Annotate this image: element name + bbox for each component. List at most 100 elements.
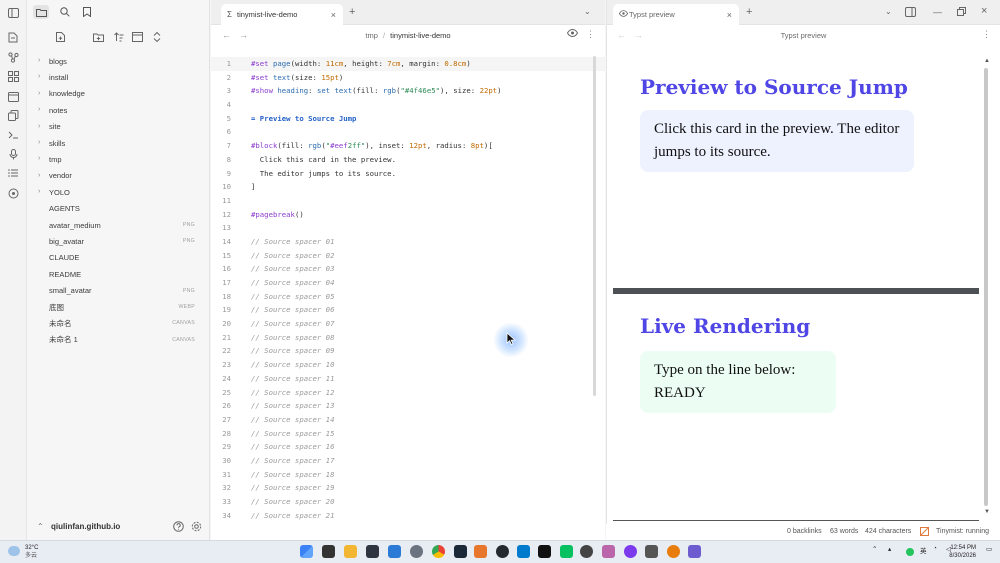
- folder-item[interactable]: › vendor: [27, 168, 209, 184]
- new-file-icon[interactable]: [53, 30, 67, 44]
- task-view-icon[interactable]: [322, 545, 335, 558]
- chevron-right-icon[interactable]: ›: [38, 73, 46, 81]
- code-line[interactable]: 20 // Source spacer 07: [211, 317, 605, 331]
- list-icon[interactable]: [6, 166, 20, 180]
- chevron-right-icon[interactable]: ›: [38, 90, 46, 98]
- folder-item[interactable]: › notes: [27, 102, 209, 118]
- more-options-icon[interactable]: ⋮: [586, 29, 595, 40]
- files-tab-folder-icon[interactable]: [33, 5, 49, 19]
- typst-preview-canvas[interactable]: Preview to Source Jump Click this card i…: [613, 55, 979, 521]
- code-line[interactable]: 22 // Source spacer 09: [211, 344, 605, 358]
- close-tab-icon[interactable]: ×: [727, 10, 732, 20]
- code-line[interactable]: 7 #block(fill: rgb("#eef2ff"), inset: 12p…: [211, 139, 605, 153]
- file-item[interactable]: AGENTS: [27, 201, 209, 217]
- obsidian-icon[interactable]: [688, 545, 701, 558]
- code-line[interactable]: 17 // Source spacer 04: [211, 276, 605, 290]
- code-line[interactable]: 14 // Source spacer 01: [211, 235, 605, 249]
- reading-view-eye-icon[interactable]: [566, 28, 579, 39]
- input-method-indicator[interactable]: 英: [920, 545, 927, 555]
- chevron-right-icon[interactable]: ›: [38, 106, 46, 114]
- wifi-icon[interactable]: ◔: [933, 545, 937, 552]
- file-item[interactable]: CLAUDE: [27, 250, 209, 266]
- close-window-icon[interactable]: ×: [981, 5, 987, 17]
- photos-app-icon[interactable]: [388, 545, 401, 558]
- tray-chevron-up-icon[interactable]: ⌃: [872, 545, 877, 553]
- new-tab-plus-icon[interactable]: +: [746, 6, 752, 18]
- file-item[interactable]: small_avatar PNG: [27, 282, 209, 298]
- page1-card[interactable]: Click this card in the preview. The edit…: [640, 110, 914, 172]
- code-line[interactable]: 13: [211, 221, 605, 235]
- close-tab-icon[interactable]: ×: [331, 10, 336, 20]
- code-editor[interactable]: 1 #set page(width: 11cm, height: 7cm, mar…: [211, 57, 605, 522]
- code-line[interactable]: 1 #set page(width: 11cm, height: 7cm, mar…: [211, 57, 605, 71]
- code-line[interactable]: 8 Click this card in the preview.: [211, 153, 605, 167]
- preview-scrollbar[interactable]: ▲ ▼: [984, 58, 990, 515]
- code-line[interactable]: 5 = Preview to Source Jump: [211, 112, 605, 126]
- new-folder-icon[interactable]: [91, 30, 105, 44]
- vscode-icon[interactable]: [517, 545, 530, 558]
- folder-item[interactable]: › knowledge: [27, 86, 209, 102]
- tab-typst-preview[interactable]: Typst preview ×: [613, 4, 739, 25]
- chevron-right-icon[interactable]: ›: [38, 139, 46, 147]
- cube-app-icon[interactable]: [645, 545, 658, 558]
- more-options-icon[interactable]: ⋮: [982, 29, 991, 40]
- tab-list-chevron-down-icon[interactable]: ⌄: [584, 7, 591, 16]
- restore-window-icon[interactable]: [957, 7, 966, 18]
- code-line[interactable]: 30 // Source spacer 17: [211, 454, 605, 468]
- code-line[interactable]: 11: [211, 194, 605, 208]
- code-line[interactable]: 23 // Source spacer 10: [211, 358, 605, 372]
- chrome-icon[interactable]: [432, 545, 445, 558]
- purple-app-icon[interactable]: [624, 545, 637, 558]
- settings-gear-icon[interactable]: [189, 519, 203, 533]
- folder-item[interactable]: › site: [27, 119, 209, 135]
- terminal-app-icon[interactable]: [366, 545, 379, 558]
- sort-icon[interactable]: [112, 30, 126, 44]
- folder-item[interactable]: › install: [27, 69, 209, 85]
- minimize-window-icon[interactable]: —: [933, 7, 942, 17]
- search-tab-search-icon[interactable]: [57, 5, 73, 19]
- steam-icon[interactable]: [454, 545, 467, 558]
- microphone-icon[interactable]: [6, 147, 20, 161]
- chevron-right-icon[interactable]: ›: [38, 172, 46, 180]
- vault-name[interactable]: qiulinfan.github.io: [51, 522, 120, 531]
- new-tab-plus-icon[interactable]: +: [349, 6, 355, 18]
- file-item[interactable]: 未命名 CANVAS: [27, 315, 209, 331]
- code-line[interactable]: 29 // Source spacer 16: [211, 440, 605, 454]
- tab-tinymist-live-demo[interactable]: Σ tinymist-live-demo ×: [221, 4, 343, 25]
- pink-app-icon[interactable]: [602, 545, 615, 558]
- chevron-right-icon[interactable]: ›: [38, 57, 46, 65]
- collapse-all-icon[interactable]: [150, 30, 164, 44]
- code-line[interactable]: 16 // Source spacer 03: [211, 262, 605, 276]
- orange-app-icon[interactable]: [474, 545, 487, 558]
- tinymist-status[interactable]: Tinymist: running: [936, 528, 989, 535]
- help-icon[interactable]: [171, 519, 185, 533]
- code-line[interactable]: 19 // Source spacer 06: [211, 303, 605, 317]
- folder-item[interactable]: › YOLO: [27, 184, 209, 200]
- backlinks-count[interactable]: 0 backlinks: [787, 528, 822, 535]
- code-line[interactable]: 4: [211, 98, 605, 112]
- vault-switcher-chevron-icon[interactable]: ⌃: [37, 522, 44, 531]
- graph-icon[interactable]: [6, 50, 20, 64]
- page2-card[interactable]: Type on the line below: READY: [640, 351, 836, 413]
- file-item[interactable]: avatar_medium PNG: [27, 217, 209, 233]
- breadcrumb-parent[interactable]: tmp: [365, 31, 378, 40]
- notion-icon[interactable]: [538, 545, 551, 558]
- code-line[interactable]: 25 // Source spacer 12: [211, 386, 605, 400]
- chatgpt-icon[interactable]: [580, 545, 593, 558]
- file-item[interactable]: README: [27, 266, 209, 282]
- editor-scrollbar[interactable]: [593, 56, 596, 396]
- notifications-icon[interactable]: ▭: [986, 545, 992, 553]
- code-line[interactable]: 15 // Source spacer 02: [211, 249, 605, 263]
- toggle-right-sidebar-icon[interactable]: [905, 7, 916, 19]
- folder-item[interactable]: › tmp: [27, 151, 209, 167]
- breadcrumb-file[interactable]: tinymist-live-demo: [390, 31, 450, 40]
- sync-icon[interactable]: [6, 186, 20, 200]
- code-line[interactable]: 33 // Source spacer 20: [211, 495, 605, 509]
- system-clock[interactable]: 12:54 PM 8/30/2026: [949, 544, 976, 560]
- chevron-right-icon[interactable]: ›: [38, 123, 46, 131]
- file-item[interactable]: 未命名 1 CANVAS: [27, 332, 209, 348]
- code-line[interactable]: 34 // Source spacer 21: [211, 509, 605, 523]
- bookmarks-tab-bookmark-icon[interactable]: [79, 5, 95, 19]
- chevron-right-icon[interactable]: ›: [38, 155, 46, 163]
- terminal-icon[interactable]: [6, 128, 20, 142]
